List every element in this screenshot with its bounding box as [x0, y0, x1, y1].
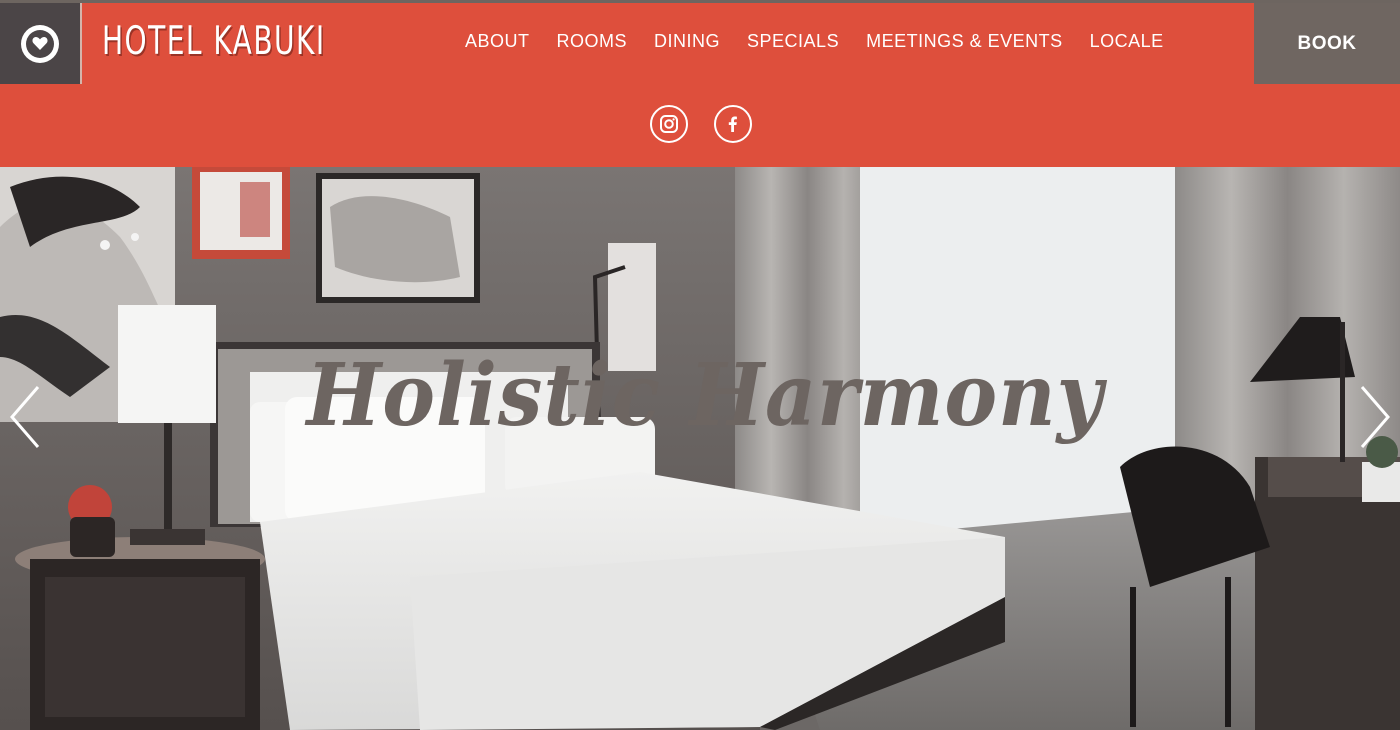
chevron-left-icon	[10, 386, 40, 448]
chevron-right-icon	[1360, 386, 1390, 448]
facebook-link[interactable]	[714, 105, 752, 143]
logo-home-link[interactable]	[0, 3, 82, 84]
nav-item-rooms[interactable]: ROOMS	[557, 31, 628, 52]
nav-item-locale[interactable]: LOCALE	[1090, 31, 1164, 52]
page: HOTEL KABUKI ABOUT ROOMS DINING SPECIALS…	[0, 0, 1400, 730]
site-header: HOTEL KABUKI ABOUT ROOMS DINING SPECIALS…	[0, 3, 1400, 167]
nav-item-dining[interactable]: DINING	[654, 31, 720, 52]
brand-name[interactable]: HOTEL KABUKI	[102, 19, 326, 64]
hero-headline: Holistic Harmony	[306, 345, 1104, 446]
hero-room-photo	[0, 167, 1400, 730]
carousel-next-button[interactable]	[1358, 385, 1392, 449]
nav-item-meetings-events[interactable]: MEETINGS & EVENTS	[866, 31, 1063, 52]
instagram-link[interactable]	[650, 105, 688, 143]
nav-item-specials[interactable]: SPECIALS	[747, 31, 839, 52]
heart-circle-icon	[21, 24, 59, 63]
instagram-icon	[660, 115, 678, 133]
nav-item-about[interactable]: ABOUT	[465, 31, 530, 52]
social-links	[650, 105, 752, 143]
book-button[interactable]: BOOK	[1254, 3, 1400, 84]
facebook-icon	[728, 116, 737, 132]
carousel-prev-button[interactable]	[8, 385, 42, 449]
hero-carousel: Holistic Harmony	[0, 167, 1400, 730]
main-nav: ABOUT ROOMS DINING SPECIALS MEETINGS & E…	[465, 31, 1164, 52]
